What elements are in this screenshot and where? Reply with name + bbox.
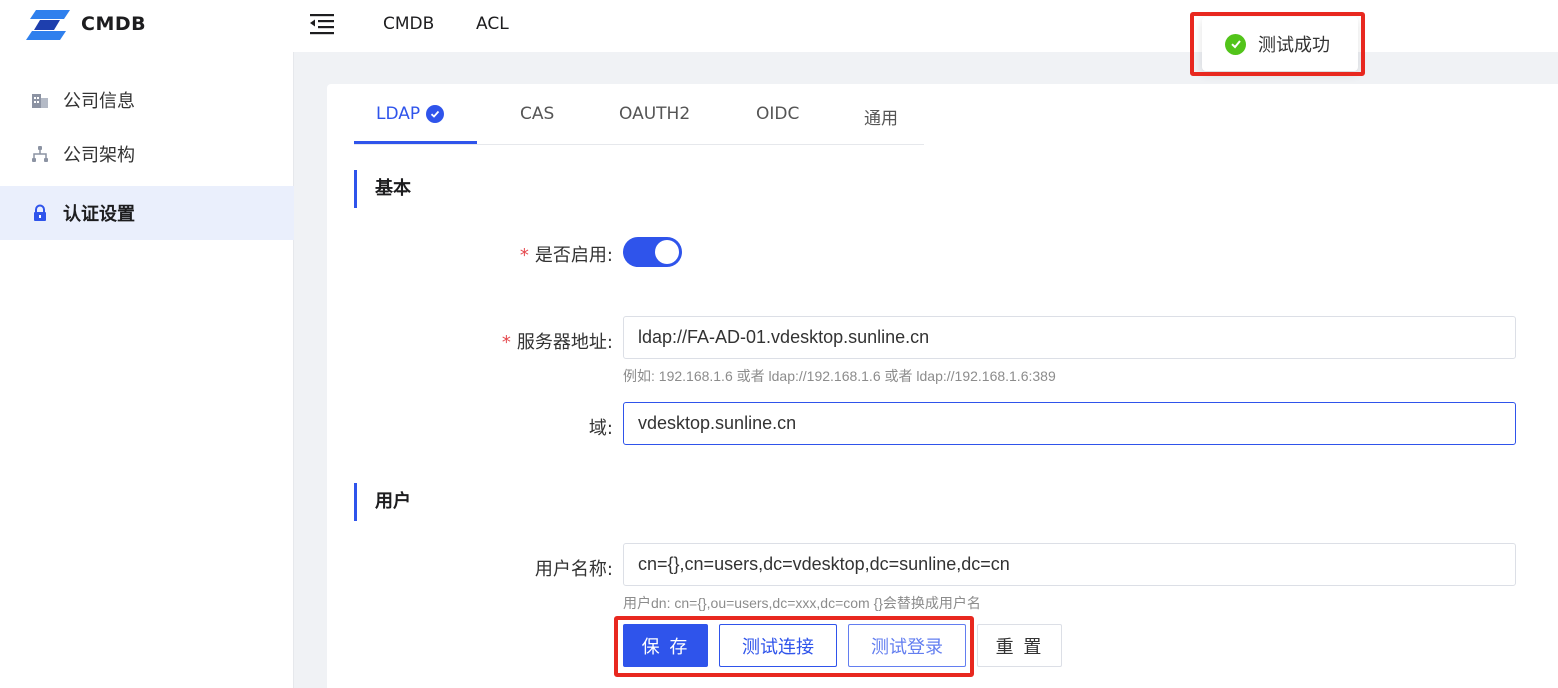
- tab-oauth2[interactable]: OAUTH2: [619, 104, 690, 124]
- server-label: * 服务器地址:: [502, 328, 613, 354]
- required-mark: *: [519, 245, 529, 266]
- tab-label: LDAP: [376, 104, 421, 124]
- domain-label: 域:: [588, 418, 613, 439]
- tab-general[interactable]: 通用: [864, 104, 898, 129]
- username-label: 用户名称:: [534, 559, 613, 580]
- server-label-text: 服务器地址:: [516, 332, 613, 353]
- toast-message: 测试成功: [1258, 35, 1330, 56]
- sidebar-item-auth-settings[interactable]: 认证设置: [0, 186, 294, 240]
- sidebar-item-company-info[interactable]: 公司信息: [0, 73, 294, 127]
- building-icon: [30, 90, 50, 110]
- test-connection-button[interactable]: 测试连接: [719, 624, 837, 667]
- required-mark: *: [501, 332, 511, 353]
- enabled-toggle[interactable]: [623, 237, 682, 267]
- sidebar-item-label: 公司架构: [63, 145, 135, 166]
- active-tab-indicator: [354, 141, 477, 144]
- username-input[interactable]: [623, 543, 1516, 586]
- success-toast: 测试成功: [1202, 17, 1358, 71]
- nav-acl[interactable]: ACL: [476, 14, 509, 34]
- tab-ldap[interactable]: LDAP: [376, 104, 445, 124]
- server-address-input[interactable]: [623, 316, 1516, 359]
- section-title-user: 用户: [354, 483, 411, 521]
- tab-cas[interactable]: CAS: [520, 104, 554, 124]
- username-hint: 用户dn: cn={},ou=users,dc=xxx,dc=com {}会替换…: [623, 595, 981, 611]
- sidebar-item-label: 认证设置: [63, 204, 135, 225]
- enabled-label: * 是否启用:: [520, 241, 613, 267]
- sidebar: 公司信息 公司架构 认证设置: [0, 52, 294, 688]
- reset-button[interactable]: 重 置: [977, 624, 1062, 667]
- cmdb-logo-icon: [26, 10, 70, 40]
- org-structure-icon: [30, 144, 50, 164]
- nav-cmdb[interactable]: CMDB: [383, 14, 434, 34]
- section-title-basic: 基本: [354, 170, 411, 208]
- auth-tabs: LDAP CAS OAUTH2 OIDC 通用: [354, 88, 924, 145]
- success-check-icon: [1225, 33, 1246, 55]
- save-button[interactable]: 保 存: [623, 624, 708, 667]
- brand-name: CMDB: [81, 13, 147, 35]
- sidebar-item-company-structure[interactable]: 公司架构: [0, 127, 294, 181]
- server-hint: 例如: 192.168.1.6 或者 ldap://192.168.1.6 或者…: [623, 368, 1056, 384]
- lock-icon: [30, 203, 50, 223]
- enabled-label-text: 是否启用:: [534, 245, 613, 266]
- sidebar-item-label: 公司信息: [63, 91, 135, 112]
- test-login-button[interactable]: 测试登录: [848, 624, 966, 667]
- verified-check-icon: [426, 105, 445, 123]
- toggle-knob: [655, 240, 679, 264]
- domain-input[interactable]: [623, 402, 1516, 445]
- tab-oidc[interactable]: OIDC: [756, 104, 799, 124]
- menu-collapse-icon[interactable]: [308, 12, 336, 36]
